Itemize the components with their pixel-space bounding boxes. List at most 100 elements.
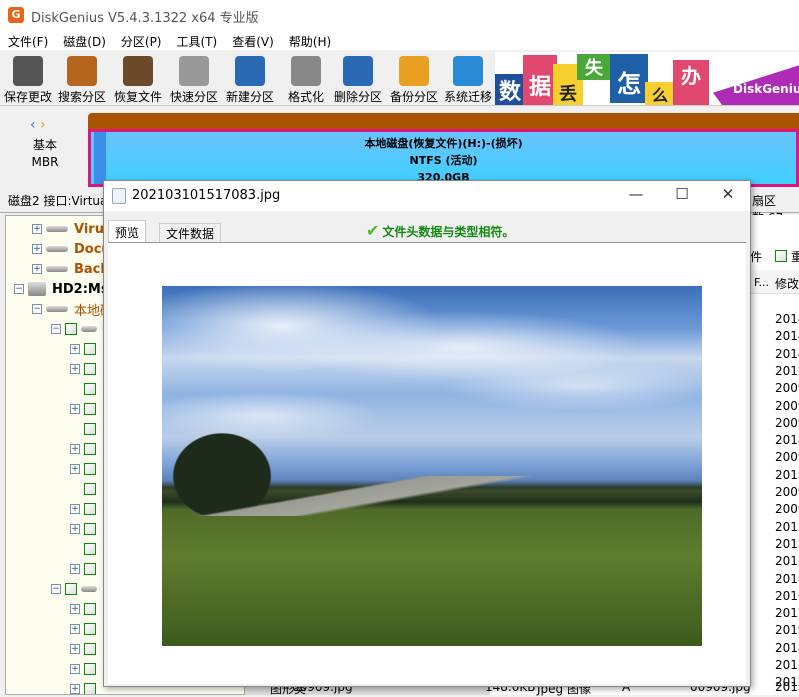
- maximize-button[interactable]: ☐: [662, 185, 702, 207]
- tree-folder[interactable]: +: [70, 499, 100, 519]
- expand-icon[interactable]: +: [70, 524, 80, 534]
- expand-icon[interactable]: +: [70, 464, 80, 474]
- tree-folder[interactable]: −: [51, 319, 103, 339]
- tree-folder[interactable]: +: [70, 559, 100, 579]
- collapse-icon[interactable]: −: [51, 324, 61, 334]
- tree-checkbox[interactable]: [65, 323, 77, 335]
- toolbar-button[interactable]: 格式化: [278, 50, 334, 106]
- toolbar-button-label: 保存更改: [3, 90, 52, 104]
- expand-icon[interactable]: +: [70, 344, 80, 354]
- expand-icon[interactable]: +: [32, 224, 42, 234]
- menu-tools[interactable]: 工具(T): [169, 30, 225, 50]
- tree-folder[interactable]: −: [51, 579, 103, 599]
- tree-folder[interactable]: +: [70, 399, 100, 419]
- drive-icon: [46, 226, 68, 232]
- tree-checkbox[interactable]: [84, 403, 96, 415]
- tree-folder[interactable]: [70, 479, 100, 499]
- column-header-modified[interactable]: 修改: [775, 275, 799, 292]
- tree-item[interactable]: − 本地磁: [32, 299, 113, 319]
- menu-view[interactable]: 查看(V): [224, 30, 281, 50]
- minimize-button[interactable]: —: [616, 185, 656, 207]
- expand-icon[interactable]: +: [70, 504, 80, 514]
- tree-checkbox[interactable]: [84, 363, 96, 375]
- tree-folder[interactable]: +: [70, 359, 100, 379]
- tree-folder[interactable]: +: [70, 599, 100, 619]
- tree-folder[interactable]: +: [70, 639, 100, 659]
- tab-preview[interactable]: 预览: [108, 220, 147, 243]
- toolbar-button[interactable]: 删除分区: [330, 50, 386, 106]
- tree-folder[interactable]: +: [70, 679, 100, 694]
- banner-char: 办: [673, 60, 709, 105]
- modified-date: 2009: [775, 415, 799, 430]
- toolbar-button[interactable]: 备份分区: [386, 50, 442, 106]
- modified-date: 2012: [775, 519, 799, 534]
- tree-checkbox[interactable]: [65, 583, 77, 595]
- tab-file-data[interactable]: 文件数据: [159, 223, 222, 243]
- expand-icon[interactable]: +: [70, 564, 80, 574]
- expand-icon[interactable]: +: [32, 244, 42, 254]
- tree-item[interactable]: − HD2:Msf: [14, 279, 114, 299]
- tree-checkbox[interactable]: [84, 683, 96, 694]
- partition-block[interactable]: 本地磁盘(恢复文件)(H:)-(损坏) NTFS (活动) 320.0GB: [88, 129, 799, 187]
- disk-nav-arrows-icon[interactable]: ‹ ›: [30, 117, 46, 133]
- menu-partition[interactable]: 分区(P): [113, 30, 169, 50]
- tree-folder[interactable]: +: [70, 339, 100, 359]
- title-bar: G DiskGenius V5.4.3.1322 x64 专业版: [0, 0, 799, 30]
- tree-checkbox[interactable]: [84, 383, 96, 395]
- tree-checkbox[interactable]: [84, 423, 96, 435]
- menu-file[interactable]: 文件(F): [0, 30, 55, 50]
- tree-folder[interactable]: +: [70, 659, 100, 679]
- disk-bar[interactable]: [88, 113, 799, 130]
- tree-checkbox[interactable]: [84, 443, 96, 455]
- tree-checkbox[interactable]: [84, 643, 96, 655]
- tree-checkbox[interactable]: [84, 563, 96, 575]
- save-icon: [13, 56, 43, 86]
- toolbar-button-label: 快速分区: [169, 90, 218, 104]
- collapse-icon[interactable]: −: [32, 304, 42, 314]
- toolbar-button[interactable]: 系统迁移: [440, 50, 496, 106]
- tree-folder[interactable]: [70, 539, 100, 559]
- toolbar-button[interactable]: 恢复文件: [110, 50, 166, 106]
- tree-folder[interactable]: [70, 379, 100, 399]
- column-header-attr[interactable]: F...: [754, 276, 769, 289]
- expand-icon[interactable]: +: [70, 664, 80, 674]
- menu-help[interactable]: 帮助(H): [281, 30, 338, 50]
- tree-folder[interactable]: +: [70, 439, 100, 459]
- toolbar-button[interactable]: 快速分区: [166, 50, 222, 106]
- close-button[interactable]: ✕: [708, 185, 748, 207]
- toolbar-button[interactable]: 新建分区: [222, 50, 278, 106]
- toolbar-button[interactable]: 搜索分区: [54, 50, 110, 106]
- tree-checkbox[interactable]: [84, 623, 96, 635]
- tree-checkbox[interactable]: [84, 503, 96, 515]
- dialog-title-bar[interactable]: 202103101517083.jpg — ☐ ✕: [104, 181, 750, 211]
- expand-icon[interactable]: +: [70, 404, 80, 414]
- tree-folder[interactable]: +: [70, 459, 100, 479]
- tree-checkbox[interactable]: [84, 483, 96, 495]
- duplicate-checkbox[interactable]: [775, 250, 787, 262]
- tree-checkbox[interactable]: [84, 603, 96, 615]
- tree-checkbox[interactable]: [84, 463, 96, 475]
- expand-icon[interactable]: +: [70, 644, 80, 654]
- tree-checkbox[interactable]: [84, 523, 96, 535]
- modified-date: 2014: [775, 312, 799, 326]
- dialog-title: 202103101517083.jpg: [132, 188, 281, 203]
- expand-icon[interactable]: +: [70, 364, 80, 374]
- expand-icon[interactable]: +: [70, 684, 80, 694]
- tree-folder[interactable]: [70, 419, 100, 439]
- modified-date: 2016: [775, 588, 799, 603]
- expand-icon[interactable]: +: [70, 624, 80, 634]
- tree-folder[interactable]: +: [70, 619, 100, 639]
- menu-disk[interactable]: 磁盘(D): [55, 30, 113, 50]
- tree-checkbox[interactable]: [84, 663, 96, 675]
- collapse-icon[interactable]: −: [51, 584, 61, 594]
- expand-icon[interactable]: +: [32, 264, 42, 274]
- expand-icon[interactable]: +: [70, 444, 80, 454]
- collapse-icon[interactable]: −: [14, 284, 24, 294]
- tree-checkbox[interactable]: [84, 543, 96, 555]
- tree-folder[interactable]: +: [70, 519, 100, 539]
- ad-banner[interactable]: 数 据 丢 失 怎 么 办 ! DiskGenius: [495, 52, 799, 105]
- banner-char: 么: [645, 82, 675, 105]
- tree-checkbox[interactable]: [84, 343, 96, 355]
- expand-icon[interactable]: +: [70, 604, 80, 614]
- toolbar-button[interactable]: 保存更改: [0, 50, 56, 106]
